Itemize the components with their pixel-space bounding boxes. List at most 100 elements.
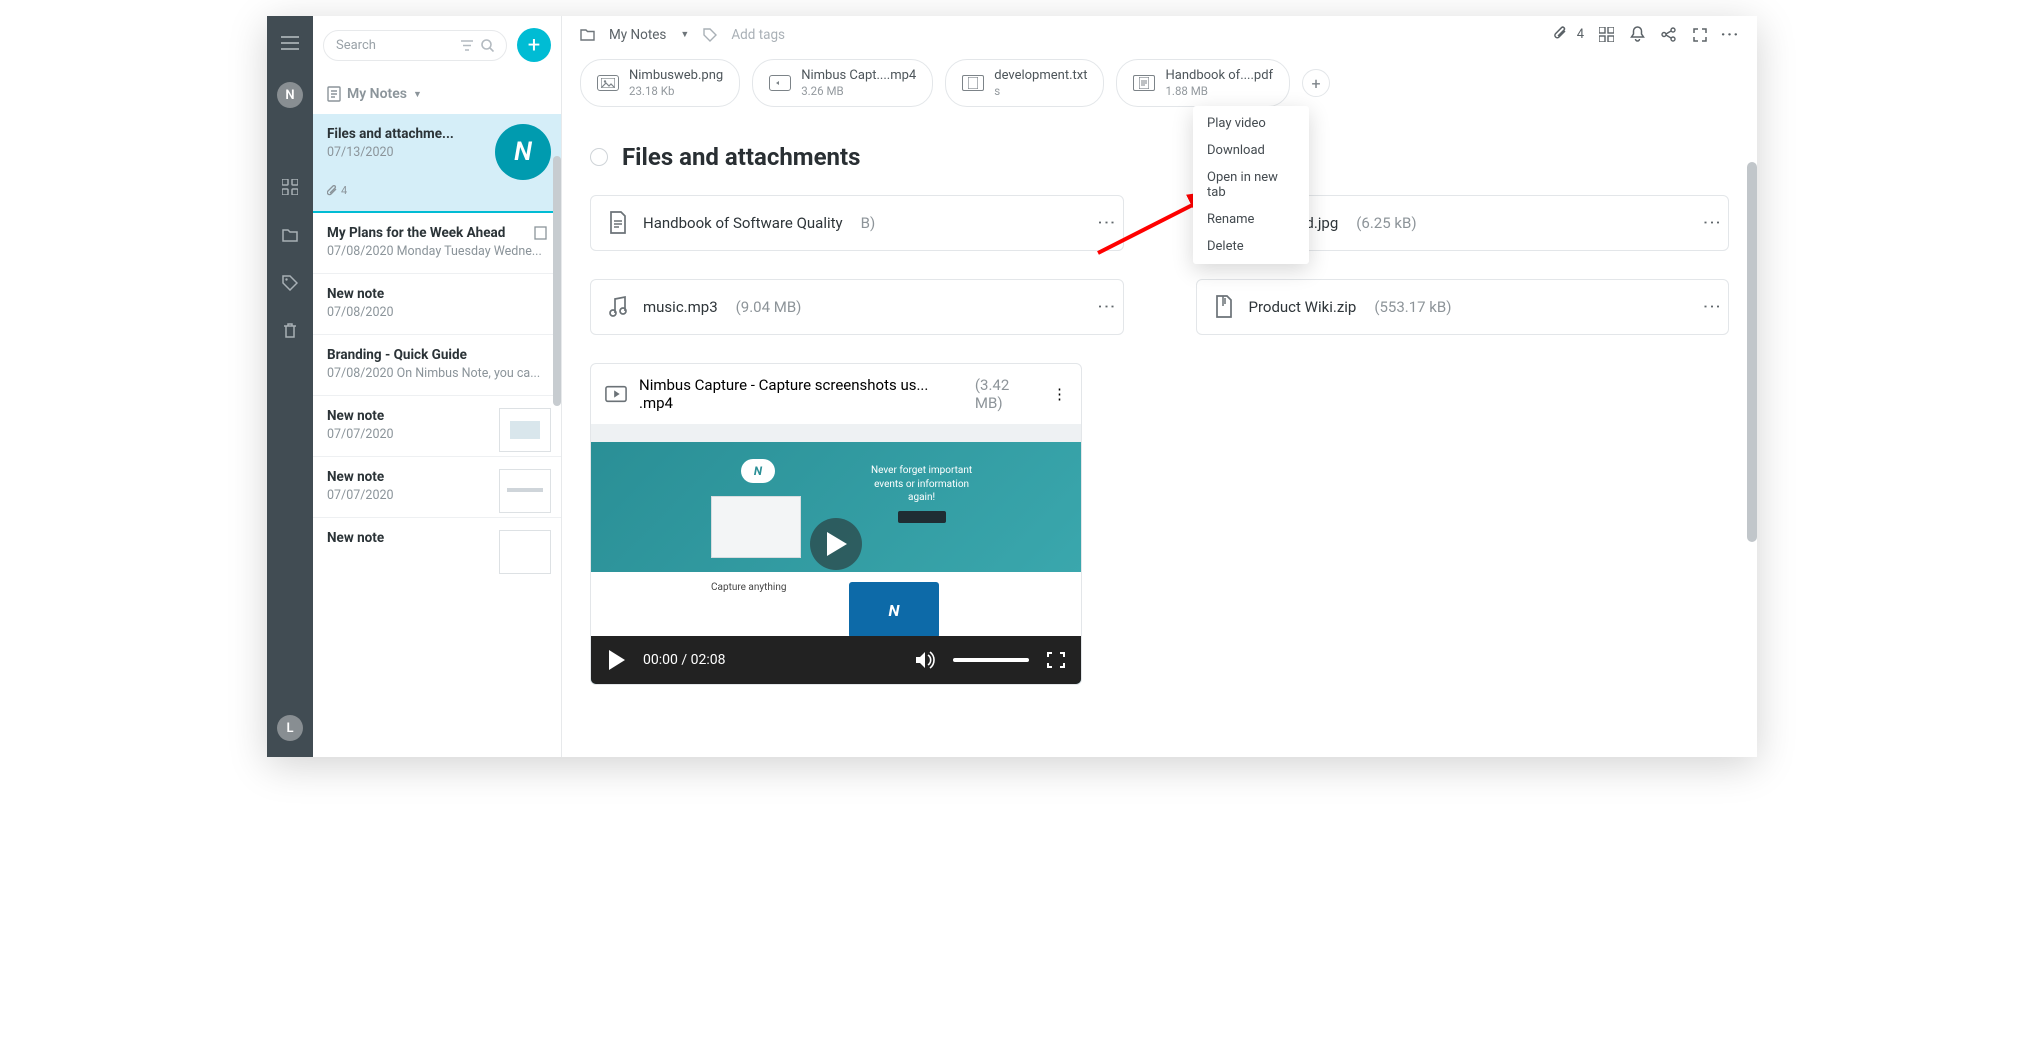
folder-name: My Notes	[347, 86, 407, 102]
note-list: Files and attachme... 07/13/2020 4 N My …	[313, 114, 561, 757]
attachment-pill[interactable]: Nimbus Capt....mp43.26 MB	[752, 59, 933, 107]
add-attachment-button[interactable]: +	[1302, 69, 1330, 97]
attachment-icon[interactable]	[1552, 26, 1569, 43]
fullscreen-icon[interactable]	[1047, 652, 1065, 668]
main-scrollbar[interactable]	[1747, 52, 1757, 757]
play-button[interactable]	[810, 518, 862, 570]
more-icon[interactable]: ⋮	[1707, 298, 1716, 317]
apps-icon[interactable]	[1598, 26, 1615, 43]
menu-icon[interactable]	[281, 34, 299, 52]
ctx-rename[interactable]: Rename	[1193, 206, 1309, 233]
volume-icon[interactable]	[915, 651, 935, 669]
ctx-open-new-tab[interactable]: Open in new tab	[1193, 164, 1309, 206]
task-radio[interactable]	[590, 148, 608, 166]
document-icon	[962, 75, 984, 91]
video-icon	[769, 75, 791, 91]
pill-name: Handbook of....pdf	[1165, 68, 1273, 83]
note-thumbnail: N	[495, 124, 551, 180]
note-item[interactable]: New note 07/07/2020	[313, 457, 561, 518]
pill-name: development.txt	[994, 68, 1087, 83]
note-item[interactable]: New note 07/08/2020	[313, 274, 561, 335]
expand-icon[interactable]	[1691, 26, 1708, 43]
sidebar-scrollbar[interactable]	[553, 154, 561, 757]
file-name: Nimbus Capture - Capture screenshots us.…	[639, 376, 963, 412]
file-name: Product Wiki.zip	[1249, 298, 1357, 316]
note-item[interactable]: New note	[313, 518, 561, 560]
ctx-delete[interactable]: Delete	[1193, 233, 1309, 260]
file-name: Handbook of Software Quality	[643, 214, 843, 232]
pill-name: Nimbus Capt....mp4	[801, 68, 916, 83]
note-item[interactable]: Branding - Quick Guide 07/08/2020 On Nim…	[313, 335, 561, 396]
note-title: Branding - Quick Guide	[327, 347, 547, 363]
note-item[interactable]: My Plans for the Week Ahead 07/08/2020 M…	[313, 213, 561, 274]
sidebar: Search + My Notes ▼ Files and attachme..…	[313, 16, 562, 757]
tag-icon	[703, 28, 717, 42]
document-icon	[1133, 75, 1155, 91]
more-icon[interactable]: ···	[1722, 26, 1739, 43]
note-content: Files and attachments Handbook of Softwa…	[562, 113, 1757, 757]
attach-count: 4	[1577, 27, 1584, 42]
folder-icon[interactable]	[281, 226, 299, 244]
attachment-pill[interactable]: Handbook of....pdf1.88 MB	[1116, 59, 1290, 107]
promo-text: Never forget important	[871, 464, 972, 478]
pill-size: s	[994, 84, 1087, 98]
pill-name: Nimbusweb.png	[629, 68, 723, 83]
note-icon	[327, 86, 341, 102]
filter-icon[interactable]	[461, 40, 473, 51]
play-icon[interactable]	[607, 650, 625, 670]
more-icon[interactable]: ⋮	[1052, 385, 1067, 403]
volume-slider[interactable]	[953, 658, 1029, 662]
attachment-pill[interactable]: Nimbusweb.png23.18 Kb	[580, 59, 740, 107]
more-icon[interactable]: ⋮	[1102, 214, 1111, 233]
add-note-button[interactable]: +	[517, 28, 551, 62]
note-title: My Plans for the Week Ahead	[327, 225, 547, 241]
video-card: Nimbus Capture - Capture screenshots us.…	[590, 363, 1082, 685]
promo-text: Capture anything	[711, 582, 786, 593]
pill-size: 1.88 MB	[1165, 84, 1273, 98]
note-thumbnail	[499, 408, 551, 452]
ctx-download[interactable]: Download	[1193, 137, 1309, 164]
note-date: 07/08/2020 Monday Tuesday Wedne...	[327, 244, 547, 259]
ctx-play-video[interactable]: Play video	[1193, 110, 1309, 137]
search-icon[interactable]	[481, 39, 494, 52]
file-size: (9.04 MB)	[736, 298, 802, 316]
note-date: 07/08/2020	[327, 305, 547, 320]
archive-icon	[1213, 294, 1235, 320]
video-icon	[605, 381, 627, 407]
attachment-pill-row: Nimbusweb.png23.18 Kb Nimbus Capt....mp4…	[562, 53, 1757, 113]
pill-size: 3.26 MB	[801, 84, 916, 98]
breadcrumb[interactable]: My Notes	[609, 27, 666, 43]
search-input[interactable]: Search	[323, 30, 507, 61]
more-icon[interactable]: ⋮	[1102, 298, 1111, 317]
file-name: music.mp3	[643, 298, 718, 316]
share-icon[interactable]	[1660, 26, 1677, 43]
page-title: Files and attachments	[622, 143, 860, 171]
audio-icon	[607, 294, 629, 320]
chevron-down-icon[interactable]: ▼	[680, 29, 689, 40]
add-tags-link[interactable]: Add tags	[731, 27, 785, 43]
folder-breadcrumb[interactable]: My Notes ▼	[313, 74, 561, 114]
video-preview[interactable]: N Never forget important events or infor…	[591, 424, 1081, 684]
tag-icon[interactable]	[281, 274, 299, 292]
pill-size: 23.18 Kb	[629, 84, 723, 98]
bell-icon[interactable]	[1629, 26, 1646, 43]
video-controls: 00:00 / 02:08	[591, 636, 1081, 684]
grid-icon[interactable]	[281, 178, 299, 196]
file-card[interactable]: music.mp3 (9.04 MB) ⋮	[590, 279, 1124, 335]
user-avatar[interactable]: L	[277, 715, 303, 741]
attachment-pill[interactable]: development.txts	[945, 59, 1104, 107]
promo-text: again!	[871, 491, 972, 505]
more-icon[interactable]: ⋮	[1707, 214, 1716, 233]
trash-icon[interactable]	[281, 322, 299, 340]
note-date: 07/08/2020 On Nimbus Note, you ca...	[327, 366, 547, 381]
file-size: (3.42 MB)	[975, 376, 1040, 412]
note-thumbnail	[499, 469, 551, 513]
file-card[interactable]: Handbook of Software Quality B) ⋮	[590, 195, 1124, 251]
note-item[interactable]: New note 07/07/2020	[313, 396, 561, 457]
video-time: 00:00 / 02:08	[643, 652, 725, 668]
file-card[interactable]: Product Wiki.zip (553.17 kB) ⋮	[1196, 279, 1730, 335]
note-item[interactable]: Files and attachme... 07/13/2020 4 N	[313, 114, 561, 213]
chevron-down-icon: ▼	[413, 89, 422, 100]
workspace-avatar[interactable]: N	[277, 82, 303, 108]
topbar: My Notes ▼ Add tags 4 ···	[562, 16, 1757, 53]
